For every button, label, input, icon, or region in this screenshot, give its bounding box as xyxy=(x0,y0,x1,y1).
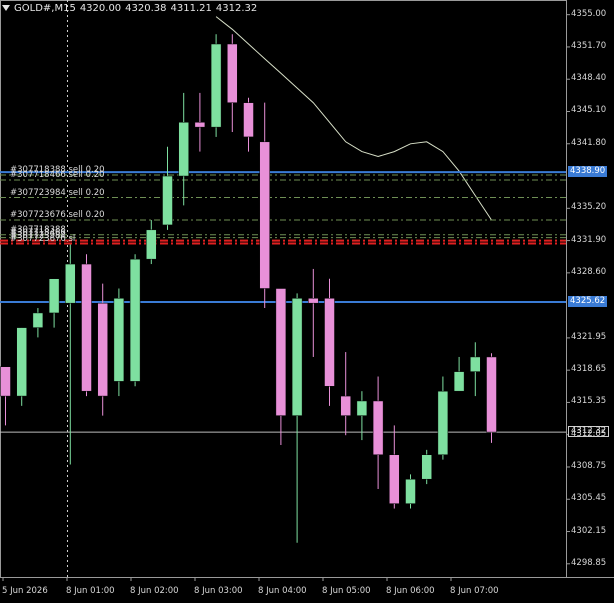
candle-body xyxy=(389,454,400,504)
chart-header: GOLD#,M15 4320.00 4320.38 4311.21 4312.32 xyxy=(2,3,261,14)
candle-body xyxy=(437,390,449,456)
dropdown-triangle-icon[interactable] xyxy=(2,5,10,11)
candle-body xyxy=(453,371,465,392)
price-chart[interactable] xyxy=(0,0,614,603)
candle-body xyxy=(146,229,157,260)
candle-body xyxy=(129,258,141,382)
close-value: 4312.32 xyxy=(215,3,258,14)
level-price-tag: 4338.90 xyxy=(568,166,608,178)
low-value: 4311.21 xyxy=(170,3,212,14)
candle-body xyxy=(48,278,60,314)
y-tick-label: 4302.15 xyxy=(571,525,607,536)
y-tick-label: 4328.60 xyxy=(571,266,607,277)
candle-body xyxy=(308,298,319,304)
candle-body xyxy=(0,366,11,397)
candle-body xyxy=(372,400,384,456)
candle-body xyxy=(356,400,368,416)
candle-body xyxy=(65,263,76,304)
y-tick-label: 4315.35 xyxy=(571,396,607,407)
candle-body xyxy=(16,327,27,397)
candle-body xyxy=(243,102,254,138)
candle-body xyxy=(81,263,92,392)
y-tick-label: 4305.45 xyxy=(571,493,607,504)
y-tick-label: 4318.65 xyxy=(571,364,607,375)
symbol-label: GOLD#,M15 xyxy=(14,3,76,14)
order-label[interactable]: #307723676 sell 0.20 xyxy=(10,210,105,220)
y-tick-label: 4355.00 xyxy=(571,8,607,19)
candle-body xyxy=(291,298,303,416)
y-tick-label: 4321.95 xyxy=(571,331,607,342)
x-tick-label: 8 Jun 02:00 xyxy=(130,586,179,596)
y-tick-label: 4345.10 xyxy=(571,105,607,116)
x-tick-label: 8 Jun 04:00 xyxy=(258,586,307,596)
y-tick-label: 4335.20 xyxy=(571,202,607,213)
x-tick-label: 8 Jun 03:00 xyxy=(194,586,243,596)
high-value: 4320.38 xyxy=(125,3,167,14)
candle-body xyxy=(162,175,173,226)
order-label[interactable]: #307718466 sell 0.20 xyxy=(10,170,105,180)
x-tick-label: 8 Jun 06:00 xyxy=(386,586,435,596)
candle-body xyxy=(210,43,222,128)
candle-body xyxy=(113,298,125,382)
y-tick-label: 4341.80 xyxy=(571,137,607,148)
candle-body xyxy=(97,302,108,397)
moving-average-line xyxy=(215,16,492,221)
y-tick-label: 4308.75 xyxy=(571,460,607,471)
candle-body xyxy=(421,454,432,480)
y-tick-label: 4298.85 xyxy=(571,557,607,568)
candle-body xyxy=(405,478,416,504)
order-label[interactable]: #307723676 sl xyxy=(10,234,75,244)
candle-body xyxy=(486,356,497,433)
y-tick-label: 4348.40 xyxy=(571,73,607,84)
x-tick-label: 8 Jun 05:00 xyxy=(322,586,371,596)
y-tick-label: 4331.90 xyxy=(571,234,607,245)
x-tick-label: 5 Jun 2026 xyxy=(2,586,48,596)
level-price-tag: 4325.62 xyxy=(568,295,608,307)
candle-body xyxy=(324,298,335,387)
candle-body xyxy=(340,395,351,416)
open-value: 4320.00 xyxy=(79,3,122,14)
x-tick-label: 8 Jun 07:00 xyxy=(450,586,499,596)
y-tick-label: 4351.70 xyxy=(571,40,607,51)
candle-body xyxy=(32,312,44,328)
y-tick-label: 4312.05 xyxy=(571,428,607,439)
candle-body xyxy=(178,121,189,177)
candle-body xyxy=(227,43,238,103)
candle-body xyxy=(275,288,287,416)
order-label[interactable]: #307723984 sell 0.20 xyxy=(10,188,105,198)
x-tick-label: 8 Jun 01:00 xyxy=(66,586,115,596)
chart-window[interactable]: GOLD#,M15 4320.00 4320.38 4311.21 4312.32 #3… xyxy=(0,0,614,603)
candle-body xyxy=(259,141,270,289)
candle-body xyxy=(470,356,481,372)
candle-body xyxy=(194,121,206,128)
